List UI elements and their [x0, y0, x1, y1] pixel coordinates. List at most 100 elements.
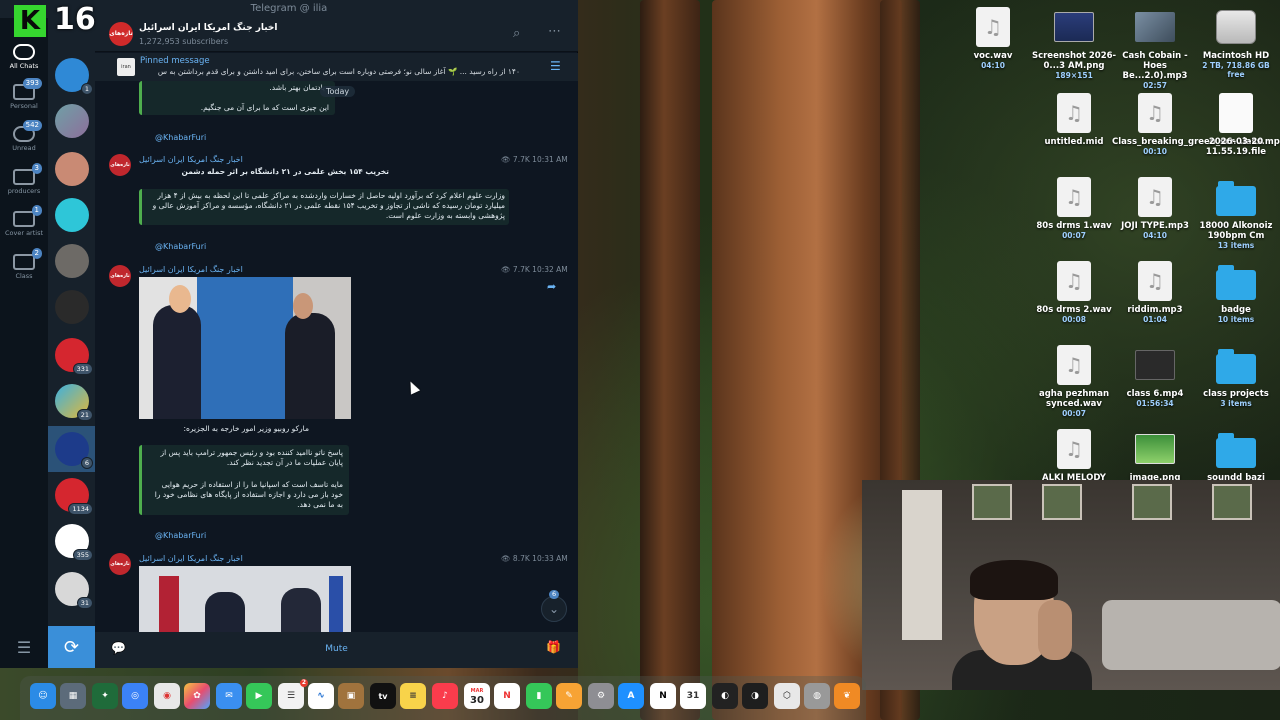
news-icon[interactable]: N	[494, 683, 520, 709]
app-store-icon[interactable]: A	[618, 683, 644, 709]
chat-avatar[interactable]	[55, 198, 89, 232]
chat-avatar-active-channel[interactable]: 6	[55, 432, 93, 469]
message-text: این چیزی است که ما برای آن می جنگیم.	[200, 103, 329, 112]
desktop-icon-voc-wav[interactable]: ♫ voc.wav 04:10	[950, 6, 1036, 70]
desktop-icon-screenshot[interactable]: Screenshot 2026-0...3 AM.png 189×151	[1031, 6, 1117, 80]
pinned-thumbnail: iran	[117, 58, 135, 76]
folder-icon: 3	[13, 163, 42, 185]
desktop-icon-folder-class-projects[interactable]: class projects 3 items	[1193, 344, 1279, 408]
desktop-icon-class-breaking[interactable]: ♫ Class_breaking_green_scr...lass.mp3 00…	[1112, 92, 1280, 156]
app-icon[interactable]: ▣	[338, 683, 364, 709]
image-thumbnail-icon	[1135, 434, 1175, 464]
chat-list: 1 331 21 6 1134 355 31	[48, 18, 95, 668]
calendar-app-icon[interactable]: 31	[680, 683, 706, 709]
unity-icon[interactable]: ⬡	[774, 683, 800, 709]
chat-avatar[interactable]: 1134	[55, 478, 93, 515]
freeform-icon[interactable]: ∿	[308, 683, 334, 709]
chat-avatar[interactable]	[55, 104, 89, 138]
folder-icon: 393	[13, 78, 42, 100]
chat-avatar[interactable]: 31	[55, 572, 93, 609]
search-button[interactable]: ⌕	[513, 26, 520, 41]
message-avatar[interactable]: تازه‌های	[109, 265, 131, 287]
message-sender[interactable]: اخبار جنگ امریکا ایران اسرائیل	[139, 155, 243, 164]
settings-sliders-button[interactable]: ☰	[0, 626, 48, 668]
message-sender[interactable]: اخبار جنگ امریکا ایران اسرائیل	[139, 554, 243, 563]
gift-button[interactable]: 🎁	[546, 640, 561, 654]
discussion-button[interactable]: 💬	[111, 641, 126, 655]
pages-icon[interactable]: ✎	[556, 683, 582, 709]
signature-link[interactable]: @KhabarFuri	[155, 531, 206, 540]
desktop-icon-folder-badge[interactable]: badge 10 items	[1193, 260, 1279, 324]
calendar-icon[interactable]: MAR 30	[464, 683, 490, 709]
chat-avatar[interactable]: 21	[55, 384, 93, 421]
folder-class[interactable]: 2 Class	[0, 248, 48, 280]
desktop-icon-image-png[interactable]: image.png	[1112, 428, 1198, 483]
reminders-icon[interactable]: ☰ 2	[278, 679, 308, 709]
desktop-icon-folder-soundd-bazi[interactable]: soundd bazi	[1193, 428, 1279, 483]
chat-avatar[interactable]	[55, 244, 89, 278]
pinned-list-icon[interactable]: ☰	[550, 59, 561, 73]
music-icon[interactable]: ♪	[432, 683, 458, 709]
desktop-icon-joji-type[interactable]: ♫ JOJI TYPE.mp3 04:10	[1112, 176, 1198, 240]
safari-icon[interactable]: ◎	[122, 683, 148, 709]
chat-avatar[interactable]	[55, 152, 89, 186]
app-icon[interactable]: ✦	[92, 683, 118, 709]
chat-avatar[interactable]: 1	[55, 58, 93, 95]
desktop-icon-folder-alkonoiz[interactable]: 18000 Alkonoiz 190bpm Cm 13 items	[1193, 176, 1279, 250]
desktop-icon-file[interactable]: 2026-03-20 11.55.19.file	[1193, 92, 1279, 157]
notion-icon[interactable]: N	[650, 683, 676, 709]
desktop-icon-alki-melody[interactable]: ♫ ALKI MELODY	[1031, 428, 1117, 483]
blank-file-icon	[1219, 93, 1253, 133]
wall-poster	[1212, 484, 1252, 520]
desktop-icon-macintosh-hd[interactable]: Macintosh HD 2 TB, 718.86 GB free	[1193, 6, 1279, 79]
message-meta: 👁 7.7K 10:31 AM	[501, 155, 568, 164]
channel-title[interactable]: اخبار جنگ امریکا ایران اسرائیل	[139, 23, 278, 33]
app-icon[interactable]: ◍	[804, 683, 830, 709]
desktop-icon-untitled-mid[interactable]: ♫ untitled.mid	[1031, 92, 1117, 147]
channel-avatar[interactable]: تازه‌های	[109, 22, 133, 46]
chat-avatar[interactable]	[55, 290, 89, 324]
chat-avatar[interactable]: 355	[55, 524, 93, 561]
forward-icon[interactable]: ➦	[547, 280, 556, 293]
chat-header[interactable]: تازه‌های اخبار جنگ امریکا ایران اسرائیل …	[95, 18, 578, 52]
folder-all-chats[interactable]: All Chats	[0, 44, 48, 70]
desktop-icon-cash-cobain[interactable]: Cash Cobain - Hoes Be...2.0).mp3 02:57	[1112, 6, 1198, 90]
chrome-icon[interactable]: ◉	[154, 683, 180, 709]
pinned-message-bar[interactable]: iran Pinned message ۱۴۰ از راه رسید ... …	[95, 53, 578, 81]
app-icon[interactable]: ◑	[742, 683, 768, 709]
folder-icon: 1	[13, 205, 42, 227]
signature-link[interactable]: @KhabarFuri	[155, 133, 206, 142]
finder-icon[interactable]: ☺	[30, 683, 56, 709]
folder-cover-artist[interactable]: 1 Cover artist	[0, 205, 48, 237]
desktop-icon-riddim[interactable]: ♫ riddim.mp3 01:04	[1112, 260, 1198, 324]
notes-icon[interactable]: ≡	[400, 683, 426, 709]
folder-unread[interactable]: 542 Unread	[0, 120, 48, 152]
gift-icon: 🎁	[546, 640, 561, 654]
signature-link[interactable]: @KhabarFuri	[155, 242, 206, 251]
scroll-to-bottom-button[interactable]: 6 ⌄	[541, 590, 567, 622]
desktop-icon-80s-drms-1[interactable]: ♫ 80s drms 1.wav 00:07	[1031, 176, 1117, 240]
refresh-button[interactable]: ⟳	[48, 626, 95, 668]
mute-button[interactable]: Mute	[95, 632, 578, 668]
facetime-icon[interactable]: ▶	[246, 683, 272, 709]
chat-avatar[interactable]: 331	[55, 338, 93, 375]
desktop-icon-agha-pezhman[interactable]: ♫ agha pezhman synced.wav 00:07	[1031, 344, 1117, 418]
photos-icon[interactable]: ✿	[184, 683, 210, 709]
message-photo[interactable]	[139, 566, 351, 632]
more-options-button[interactable]: ⋯	[548, 24, 561, 39]
message-sender[interactable]: اخبار جنگ امریکا ایران اسرائیل	[139, 265, 243, 274]
system-settings-icon[interactable]: ⚙	[588, 683, 614, 709]
message-photo[interactable]	[139, 277, 351, 419]
message-avatar[interactable]: تازه‌های	[109, 553, 131, 575]
app-icon[interactable]: ❦	[834, 683, 860, 709]
folder-producers[interactable]: 3 producers	[0, 163, 48, 195]
folder-personal[interactable]: 393 Personal	[0, 78, 48, 110]
numbers-icon[interactable]: ▮	[526, 683, 552, 709]
apple-tv-icon[interactable]: tv	[370, 683, 396, 709]
desktop-icon-80s-drms-2[interactable]: ♫ 80s drms 2.wav 00:08	[1031, 260, 1117, 324]
mail-icon[interactable]: ✉	[216, 683, 242, 709]
desktop-icon-class-6-mp4[interactable]: class 6.mp4 01:56:34	[1112, 344, 1198, 408]
launchpad-icon[interactable]: ▦	[60, 683, 86, 709]
message-avatar[interactable]: تازه‌های	[109, 154, 131, 176]
app-icon[interactable]: ◐	[712, 683, 738, 709]
